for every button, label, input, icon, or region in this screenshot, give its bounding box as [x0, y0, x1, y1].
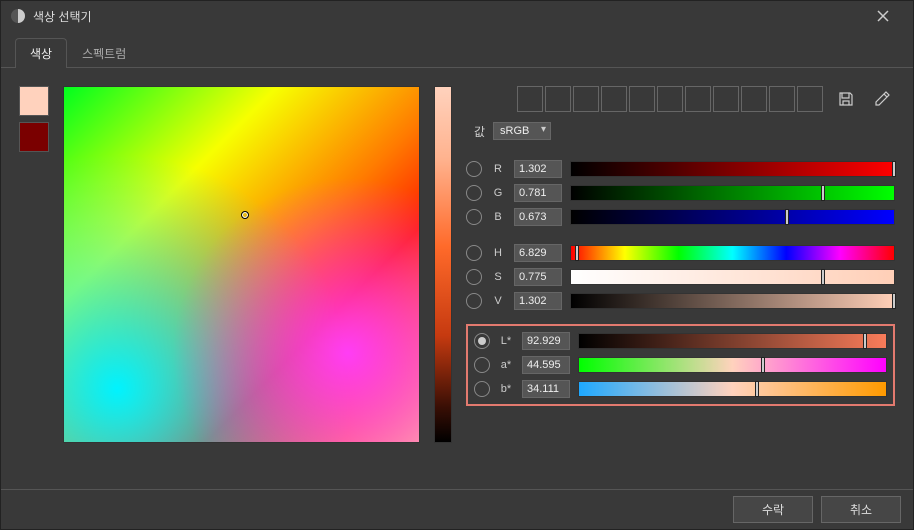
channel-radio-v[interactable] — [466, 293, 482, 309]
slider-thumb[interactable] — [821, 269, 825, 285]
channel-value-b[interactable] — [514, 208, 562, 226]
channel-value-g[interactable] — [514, 184, 562, 202]
saved-swatch[interactable] — [517, 86, 543, 112]
slider-thumb[interactable] — [863, 333, 867, 349]
previous-color-swatch[interactable] — [19, 122, 49, 152]
channel-row-l: L* — [474, 332, 887, 350]
window-title: 색상 선택기 — [33, 8, 863, 25]
current-color-swatch[interactable] — [19, 86, 49, 116]
tab-bar: 색상 스펙트럼 — [1, 31, 913, 68]
saved-swatch[interactable] — [629, 86, 655, 112]
channel-value-l[interactable] — [522, 332, 570, 350]
saved-swatch[interactable] — [685, 86, 711, 112]
saved-swatch[interactable] — [601, 86, 627, 112]
channel-value-r[interactable] — [514, 160, 562, 178]
channel-radio-b[interactable] — [474, 381, 490, 397]
close-button[interactable] — [863, 1, 903, 31]
footer: 수락 취소 — [1, 489, 913, 529]
channel-slider-r[interactable] — [570, 161, 895, 177]
color-field[interactable] — [63, 86, 420, 443]
channel-radio-r[interactable] — [466, 161, 482, 177]
saved-swatch[interactable] — [769, 86, 795, 112]
channel-label: B — [490, 211, 506, 223]
color-field-cursor[interactable] — [241, 211, 249, 219]
save-icon[interactable] — [833, 86, 859, 112]
lab-group: L* a* b* — [466, 324, 895, 406]
channel-slider-l[interactable] — [578, 333, 887, 349]
gamut-label: 값 — [474, 123, 485, 140]
color-picker-icon — [11, 9, 25, 23]
channel-slider-v[interactable] — [570, 293, 895, 309]
channel-radio-l[interactable] — [474, 333, 490, 349]
channel-row-s: S — [466, 268, 895, 286]
slider-thumb[interactable] — [575, 245, 579, 261]
eyedropper-icon[interactable] — [869, 86, 895, 112]
channel-slider-b[interactable] — [570, 209, 895, 225]
channel-radio-h[interactable] — [466, 245, 482, 261]
channel-radio-a[interactable] — [474, 357, 490, 373]
channel-slider-h[interactable] — [570, 245, 895, 261]
gamut-row: 값 sRGB — [466, 122, 895, 140]
channel-row-b: B — [466, 208, 895, 226]
channel-slider-s[interactable] — [570, 269, 895, 285]
tab-spectrum[interactable]: 스펙트럼 — [67, 38, 141, 68]
channel-label: H — [490, 247, 506, 259]
saved-swatch[interactable] — [741, 86, 767, 112]
hsv-group: HSV — [466, 238, 895, 316]
channel-radio-g[interactable] — [466, 185, 482, 201]
channel-label: R — [490, 163, 506, 175]
channel-label: V — [490, 295, 506, 307]
channel-row-a: a* — [474, 356, 887, 374]
titlebar: 색상 선택기 — [1, 1, 913, 31]
slider-thumb[interactable] — [785, 209, 789, 225]
slider-thumb[interactable] — [821, 185, 825, 201]
slider-thumb[interactable] — [761, 357, 765, 373]
rgb-group: RGB — [466, 154, 895, 232]
slider-thumb[interactable] — [892, 293, 896, 309]
channel-value-b[interactable] — [522, 380, 570, 398]
channel-row-h: H — [466, 244, 895, 262]
channel-value-v[interactable] — [514, 292, 562, 310]
channel-label: a* — [498, 359, 514, 371]
saved-swatch[interactable] — [713, 86, 739, 112]
slider-thumb[interactable] — [892, 161, 896, 177]
swatch-column — [19, 86, 49, 443]
channel-slider-g[interactable] — [570, 185, 895, 201]
saved-swatch[interactable] — [797, 86, 823, 112]
lightness-strip[interactable] — [434, 86, 452, 443]
channel-value-s[interactable] — [514, 268, 562, 286]
channel-value-a[interactable] — [522, 356, 570, 374]
tab-color[interactable]: 색상 — [15, 38, 67, 68]
channel-radio-s[interactable] — [466, 269, 482, 285]
channel-row-r: R — [466, 160, 895, 178]
saved-swatch[interactable] — [657, 86, 683, 112]
channel-slider-a[interactable] — [578, 357, 887, 373]
channel-row-v: V — [466, 292, 895, 310]
ok-button[interactable]: 수락 — [733, 496, 813, 523]
saved-swatch[interactable] — [545, 86, 571, 112]
channel-label: L* — [498, 335, 514, 347]
saved-swatch[interactable] — [573, 86, 599, 112]
cancel-button[interactable]: 취소 — [821, 496, 901, 523]
channel-row-b: b* — [474, 380, 887, 398]
channel-radio-b[interactable] — [466, 209, 482, 225]
channel-label: S — [490, 271, 506, 283]
gamut-select[interactable]: sRGB — [493, 122, 551, 140]
channel-slider-b[interactable] — [578, 381, 887, 397]
channel-label: G — [490, 187, 506, 199]
channel-row-g: G — [466, 184, 895, 202]
channel-label: b* — [498, 383, 514, 395]
slider-thumb[interactable] — [755, 381, 759, 397]
channel-value-h[interactable] — [514, 244, 562, 262]
saved-swatches-row — [466, 86, 895, 112]
